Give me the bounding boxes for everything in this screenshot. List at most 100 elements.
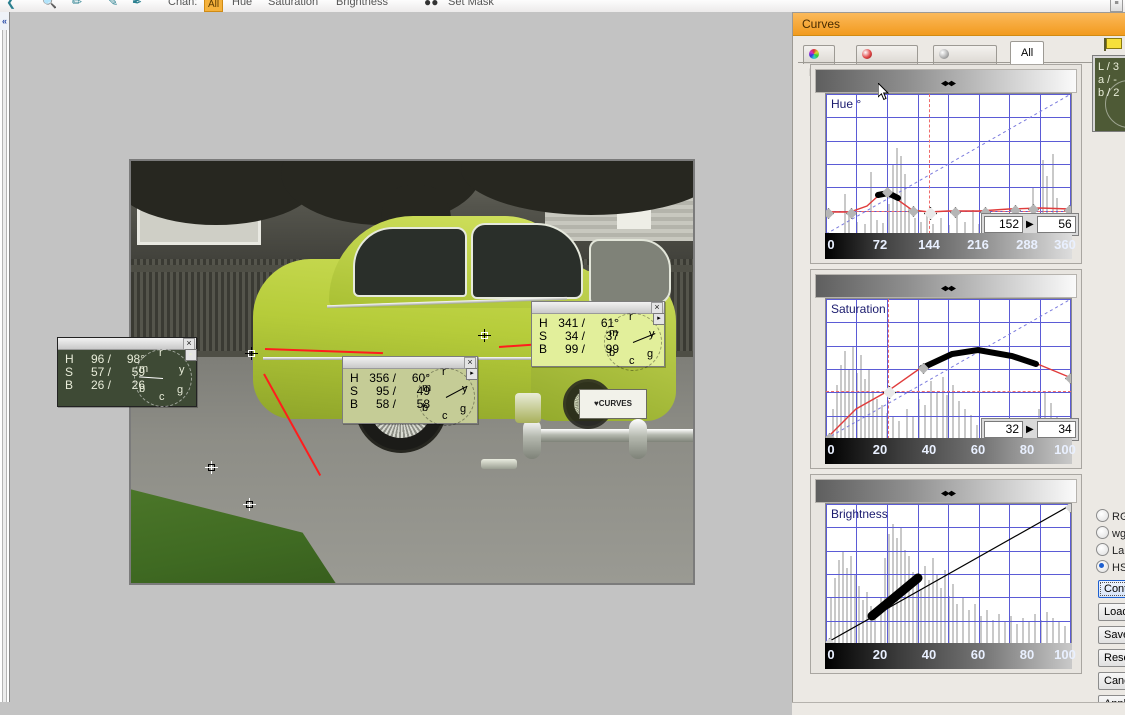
sample-marker-3[interactable] — [243, 498, 256, 511]
cancel-button[interactable]: Cancel — [1098, 672, 1125, 690]
eyedropper-tool-icon[interactable]: ✏ — [72, 0, 82, 9]
pointer-tool-icon[interactable]: ❮ — [6, 0, 16, 9]
toolbar-overflow-button[interactable]: ≡ — [1110, 0, 1123, 12]
lab-readout-panel[interactable]: L / 3 a / - b / 2 — [1092, 55, 1125, 132]
pen-tool-icon[interactable]: ✒ — [132, 0, 142, 9]
wheel-label-b: b — [609, 347, 616, 359]
reset-button[interactable]: Reset — [1098, 649, 1125, 667]
saturation-gradient-strip[interactable] — [815, 274, 1077, 298]
hue-output-field[interactable]: 56 — [1036, 216, 1076, 233]
photo-car-exhaust — [481, 459, 517, 469]
brightness-gradient-strip[interactable] — [815, 479, 1077, 503]
save-button[interactable]: Save — [1098, 626, 1125, 644]
readout-3-b-v1: 99 / — [564, 342, 585, 356]
readout-3-body: H 341 / 61° S 34 / 37 B 99 / 99 r y g — [532, 311, 665, 371]
readout-2-expand-icon[interactable]: ▸ — [466, 368, 478, 380]
curves-window-title: Curves — [802, 17, 841, 31]
brightness-tick-3: 60 — [970, 647, 986, 662]
wheel-label-b: b — [139, 383, 146, 395]
hue-input-field[interactable]: 152 — [984, 216, 1023, 233]
saturation-range-handle[interactable] — [941, 285, 956, 292]
hue-tick-4: 288 — [1016, 237, 1038, 252]
saturation-input-field[interactable]: 32 — [984, 421, 1023, 438]
radio-lab[interactable]: Lab — [1096, 543, 1125, 557]
brightness-tick-4: 80 — [1019, 647, 1035, 662]
wheel-label-y: y — [179, 364, 185, 376]
hue-curve-panel[interactable]: Hue ° 152 ▶ 56 0 72 144 216 288 360 — [810, 64, 1082, 264]
saturation-tick-4: 80 — [1019, 442, 1035, 457]
hue-range-handle[interactable] — [941, 80, 956, 87]
radio-wgt-icon[interactable] — [1096, 526, 1109, 539]
channel-all-button[interactable]: All — [204, 0, 224, 12]
radio-lab-icon[interactable] — [1096, 543, 1109, 556]
brightness-plot[interactable]: Brightness — [825, 503, 1072, 645]
saturation-curve-panel[interactable]: Saturation 32 ▶ 34 0 20 40 60 80 100 — [810, 269, 1082, 469]
saturation-arrow-icon: ▶ — [1026, 424, 1034, 435]
channel-saturation-option[interactable]: Saturation — [268, 0, 318, 8]
channel-brightness-option[interactable]: Brightness — [336, 0, 388, 8]
readout-1-titlebar[interactable]: × — [58, 338, 196, 350]
hue-tick-1: 72 — [872, 237, 888, 252]
saturation-output-field[interactable]: 34 — [1036, 421, 1076, 438]
load-button[interactable]: Load — [1098, 603, 1125, 621]
color-readout-3[interactable]: × H 341 / 61° S 34 / 37 B 99 / 99 r g c … — [531, 301, 665, 371]
image-workspace[interactable]: ♥CURVES × H 96 / 98° S 57 / 59 B 26 / 26… — [10, 12, 792, 714]
set-mask-button[interactable]: Set Mask — [448, 0, 494, 8]
collapse-left-panel-button[interactable]: « — [0, 12, 9, 30]
brightness-tick-1: 20 — [872, 647, 888, 662]
mask-icon[interactable]: ●● — [424, 0, 439, 9]
readout-1-b-v1: 26 / — [90, 378, 111, 392]
saturation-tick-2: 40 — [921, 442, 937, 457]
wheel-label-m: m — [139, 363, 149, 375]
contrast-button[interactable]: Contrast — [1098, 580, 1125, 598]
hue-tick-0: 0 — [827, 237, 835, 252]
curves-window-footer — [792, 702, 1125, 715]
radio-rgb[interactable]: RGB — [1096, 509, 1125, 523]
readout-2-titlebar[interactable]: × — [343, 357, 477, 369]
radio-hsb[interactable]: HSB — [1096, 560, 1125, 574]
yellow-flag-icon[interactable] — [1104, 38, 1122, 51]
color-model-options[interactable]: RGB wgt Lab HSB Contrast Load Save Reset… — [1096, 500, 1125, 713]
wheel-label-m: m — [609, 327, 619, 339]
lab-l-row: L / 3 — [1098, 61, 1119, 73]
brightness-tick-5: 100 — [1054, 647, 1076, 662]
hue-gradient-strip[interactable] — [815, 69, 1077, 93]
channel-label: Chan: — [168, 0, 198, 8]
photo-car-overrider-left — [523, 419, 541, 459]
hue-tick-2: 144 — [918, 237, 940, 252]
brightness-curve-panel[interactable]: Brightness 0 20 40 60 80 100 — [810, 474, 1082, 674]
radio-rgb-icon[interactable] — [1096, 509, 1109, 522]
tab-all[interactable]: All — [1010, 41, 1045, 64]
sample-marker-4[interactable] — [478, 329, 491, 342]
readout-2-b-label: B — [350, 397, 359, 411]
brightness-range-handle[interactable] — [941, 490, 956, 497]
photo-car-window-rear — [471, 223, 583, 299]
hue-axis: 0 72 144 216 288 360 — [825, 233, 1076, 259]
readout-3-titlebar[interactable]: × — [532, 302, 664, 314]
saturation-tick-5: 100 — [1054, 442, 1076, 457]
radio-hsb-icon[interactable] — [1096, 560, 1109, 573]
readout-3-expand-icon[interactable]: ▸ — [653, 313, 665, 325]
radio-wgt[interactable]: wgt — [1096, 526, 1125, 540]
saturation-sphere-icon — [862, 49, 872, 59]
readout-1-expand-icon[interactable]: ▸ — [185, 349, 197, 361]
zoom-tool-icon[interactable]: 🔍 — [42, 0, 57, 9]
radio-rgb-label: RGB — [1112, 511, 1125, 523]
sample-marker-2[interactable] — [205, 461, 218, 474]
readout-2-b-v1: 58 / — [375, 397, 396, 411]
brightness-tick-2: 40 — [921, 647, 937, 662]
lab-readout-values: L / 3 a / - b / 2 — [1095, 58, 1125, 131]
radio-wgt-label: wgt — [1112, 528, 1125, 540]
hue-arrow-icon: ▶ — [1026, 219, 1034, 230]
channel-hue-option[interactable]: Hue — [232, 0, 252, 8]
wheel-label-m: m — [422, 382, 432, 394]
brush-tool-icon[interactable]: ✎ — [108, 0, 118, 9]
curves-titlebar[interactable]: Curves — [793, 13, 1125, 36]
color-readout-1[interactable]: × H 96 / 98° S 57 / 59 B 26 / 26 r y g c… — [57, 337, 197, 407]
photo-car-taillight — [515, 393, 541, 423]
wheel-label-c: c — [159, 391, 165, 403]
sample-marker-1[interactable] — [245, 347, 258, 360]
hue-plot-label: Hue ° — [831, 97, 862, 111]
color-readout-2[interactable]: × H 356 / 60° S 95 / 49 B 58 / 58 r y g … — [342, 356, 478, 426]
readout-1-body: H 96 / 98° S 57 / 59 B 26 / 26 r y g c b… — [58, 347, 197, 407]
